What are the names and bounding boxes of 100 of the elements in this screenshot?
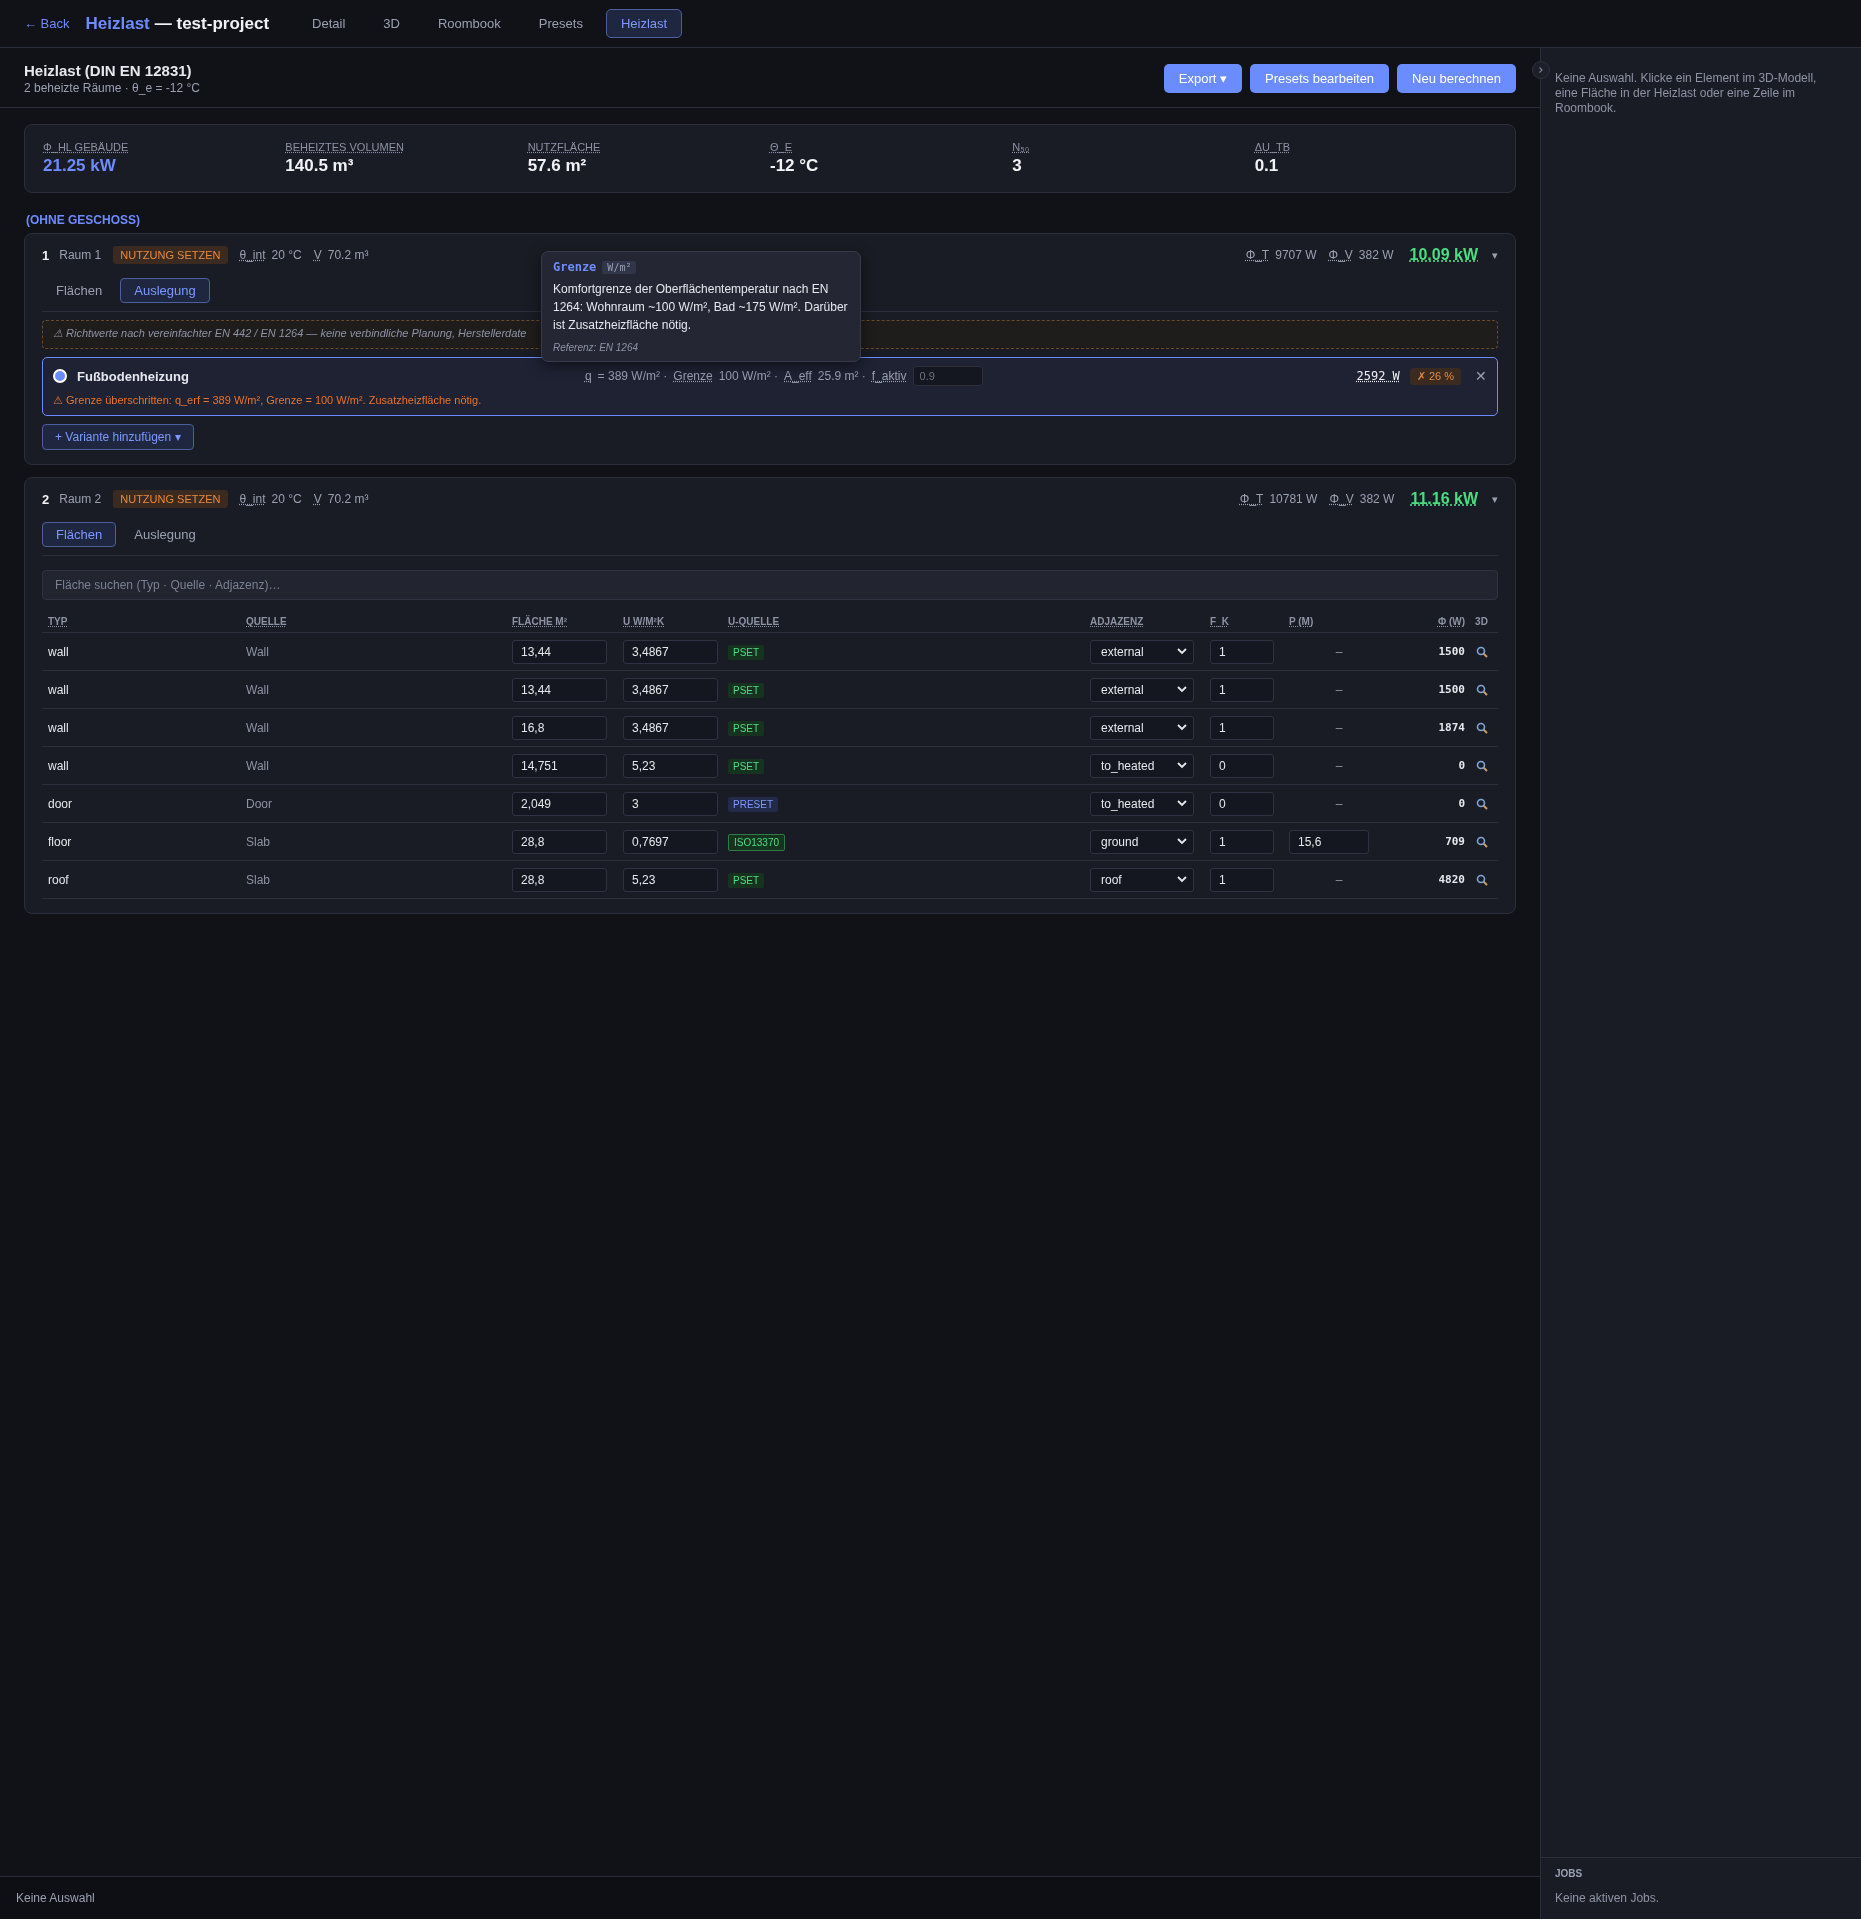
add-variant-button[interactable]: + Variante hinzufügen ▾: [42, 424, 194, 450]
nav-tab[interactable]: Presets: [523, 9, 598, 38]
fk-input[interactable]: 1: [1210, 867, 1274, 892]
back-link[interactable]: ← Back: [24, 16, 70, 31]
fk-input[interactable]: 1: [1210, 829, 1274, 854]
column-header: F_K: [1210, 615, 1229, 627]
adjacency-select[interactable]: external: [1090, 677, 1194, 702]
table-cell: 0: [1458, 759, 1465, 772]
volume-value: 70.2 m³: [327, 492, 369, 506]
table-cell: 709: [1445, 835, 1465, 848]
usage-button[interactable]: NUTZUNG SETZEN: [113, 490, 228, 508]
u-value-input[interactable]: 3,4867: [623, 639, 718, 664]
collapse-toggle[interactable]: ▾: [1492, 248, 1498, 262]
chevron-icon: [1177, 686, 1187, 693]
u-value-input[interactable]: 3,4867: [623, 715, 718, 740]
search-icon[interactable]: [1475, 873, 1488, 886]
search-icon[interactable]: [1475, 721, 1488, 734]
column-header: ADJAZENZ: [1090, 615, 1144, 627]
nav-tab[interactable]: Detail: [297, 9, 361, 38]
source-tag: ISO13370: [728, 834, 786, 851]
variant-error: ⚠ Grenze überschritten: q_erf = 389 W/m², Grenze = 100 W/m². Zusatzheizfläche nötig.: [53, 394, 483, 407]
adjacency-select[interactable]: to_heated: [1090, 791, 1194, 816]
unit-tag: W/m²: [602, 260, 637, 274]
search-icon[interactable]: [1475, 645, 1488, 658]
notice-text: ⚠ Richtwerte nach vereinfachter EN 442 / EN 1264 — keine verbindliche Planung, Herstellerdate: [53, 327, 527, 339]
param-label: q: [584, 369, 592, 383]
param-label: f_aktiv: [871, 369, 907, 383]
table-cell-text: Wall: [246, 758, 270, 773]
theta-value: 20 °C: [271, 248, 302, 262]
table-cell-text: roof: [48, 872, 70, 887]
table-cell-text: Slab: [246, 834, 272, 849]
perimeter-input[interactable]: 15,6: [1289, 829, 1369, 854]
search-field[interactable]: Fläche suchen (Typ · Quelle · Adjazenz)…: [42, 570, 1498, 600]
usage-button[interactable]: NUTZUNG SETZEN: [113, 246, 228, 264]
area-input[interactable]: 28,8: [512, 829, 607, 854]
area-input[interactable]: 16,8: [512, 715, 607, 740]
area-input[interactable]: 14,751: [512, 753, 607, 778]
fk-input[interactable]: 0: [1210, 791, 1274, 816]
adjacency-select[interactable]: external: [1090, 715, 1194, 740]
column-header: TYP: [48, 615, 68, 627]
room-tab[interactable]: Auslegung: [120, 522, 210, 547]
fk-input[interactable]: 0: [1210, 753, 1274, 778]
area-input[interactable]: 13,44: [512, 677, 607, 702]
table-cell-text: Wall: [246, 682, 270, 697]
room-number: 2: [42, 491, 50, 507]
factor-input[interactable]: 0.9: [912, 366, 983, 386]
room-name: Raum 2: [59, 492, 102, 506]
search-icon[interactable]: [1475, 835, 1488, 848]
room-tab[interactable]: Auslegung: [120, 278, 210, 303]
u-value-input[interactable]: 5,23: [623, 753, 718, 778]
phi-v-value: 382 W: [1358, 248, 1394, 262]
column-header: U W/M²K: [623, 615, 665, 627]
fk-input[interactable]: 1: [1210, 715, 1274, 740]
column-header: QUELLE: [246, 615, 287, 627]
adjacency-select[interactable]: to_heated: [1090, 753, 1194, 778]
nav-tab[interactable]: Roombook: [422, 9, 516, 38]
status-text: Keine Auswahl: [16, 1891, 95, 1905]
collapse-handle-icon[interactable]: [1532, 61, 1550, 79]
param-value: 25.9 m² ·: [817, 369, 866, 383]
u-value-input[interactable]: 5,23: [623, 867, 718, 892]
fk-input[interactable]: 1: [1210, 639, 1274, 664]
u-value-input[interactable]: 3,4867: [623, 677, 718, 702]
source-tag: PSET: [728, 645, 765, 660]
source-tag: PRESET: [728, 797, 778, 812]
table-cell-text: Slab: [246, 872, 272, 887]
room-total: 10.09 kW: [1409, 246, 1478, 264]
theta-label: θ_int: [239, 248, 266, 262]
u-value-input[interactable]: 3: [623, 791, 718, 816]
area-input[interactable]: 13,44: [512, 639, 607, 664]
volume-label: V: [313, 492, 322, 506]
nav-tab[interactable]: Heizlast: [605, 9, 683, 38]
area-input[interactable]: 28,8: [512, 867, 607, 892]
stat-value: 57.6 m²: [527, 156, 588, 176]
floor-heading: (OHNE GESCHOSS): [26, 213, 141, 227]
table-cell-text: wall: [48, 758, 70, 773]
param-label: Grenze: [673, 369, 713, 383]
adjacency-select[interactable]: roof: [1090, 867, 1194, 892]
table-cell-text: Door: [246, 796, 273, 811]
search-icon[interactable]: [1475, 683, 1488, 696]
search-icon[interactable]: [1475, 797, 1488, 810]
app-title: Heizlast: [85, 13, 150, 34]
variant-radio[interactable]: [53, 369, 67, 383]
close-button[interactable]: ✕: [1475, 368, 1487, 384]
nav-tab[interactable]: 3D: [368, 9, 415, 38]
collapse-toggle[interactable]: ▾: [1492, 492, 1498, 506]
area-input[interactable]: 2,049: [512, 791, 607, 816]
param-value: = 389 W/m² ·: [597, 369, 668, 383]
theta-value: 20 °C: [271, 492, 302, 506]
room-tab[interactable]: Flächen: [42, 522, 117, 547]
room-tab[interactable]: Flächen: [42, 278, 117, 303]
stat-label: Φ_HL GEBÄUDE: [43, 141, 129, 153]
adjacency-select[interactable]: ground: [1090, 829, 1194, 854]
adjacency-select[interactable]: external: [1090, 639, 1194, 664]
u-value-input[interactable]: 0,7697: [623, 829, 718, 854]
search-icon[interactable]: [1475, 759, 1488, 772]
table-cell-text: Wall: [246, 720, 270, 735]
stat-value: 140.5 m³: [285, 156, 355, 176]
chevron-icon: [1177, 762, 1187, 769]
fk-input[interactable]: 1: [1210, 677, 1274, 702]
table-cell: 1500: [1438, 645, 1465, 658]
